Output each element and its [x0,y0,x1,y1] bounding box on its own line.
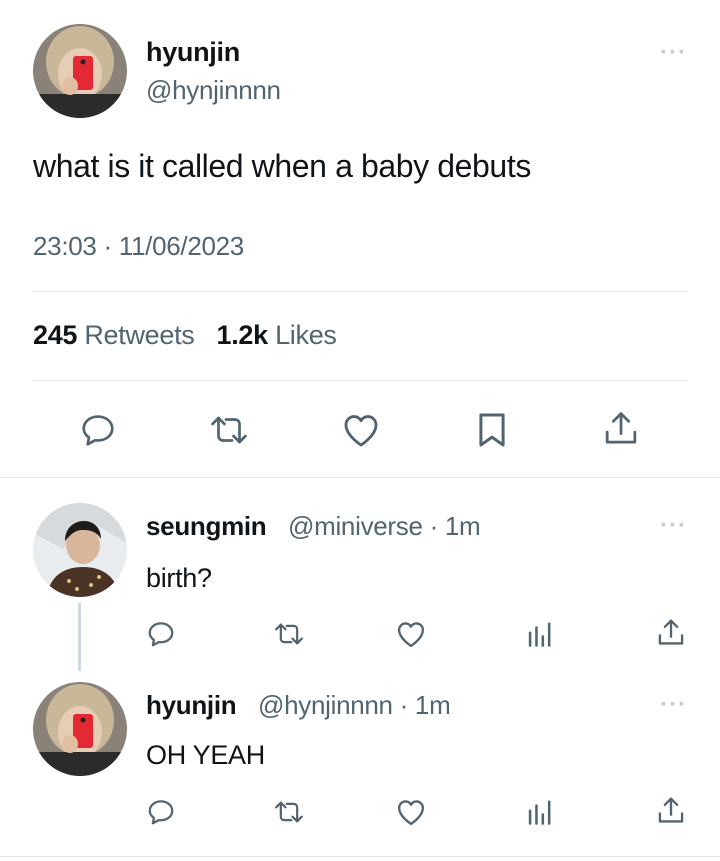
more-options-icon[interactable]: ··· [660,514,687,538]
reply-text: OH YEAH [146,740,265,770]
reply-author-name[interactable]: seungmin [146,511,267,542]
likes-label: Likes [275,320,337,350]
like-icon[interactable] [342,412,380,448]
reply-icon[interactable] [146,797,176,827]
retweets-label: Retweets [84,320,195,350]
analytics-icon[interactable] [526,798,552,826]
main-author-name[interactable]: hyunjin [146,37,240,68]
reply-author-avatar[interactable] [33,503,127,597]
bookmark-icon[interactable] [476,411,508,449]
share-icon[interactable] [602,409,640,449]
tweet-stats: 245 Retweets 1.2k Likes [33,320,337,351]
divider [33,380,688,381]
retweets-stat[interactable]: 245 Retweets [33,320,195,350]
divider [0,856,720,857]
retweet-icon[interactable] [272,798,306,826]
more-options-icon[interactable]: ··· [660,693,687,717]
reply-author-handle[interactable]: @miniverse · 1m [288,511,481,542]
share-icon[interactable] [656,617,686,649]
like-icon[interactable] [396,798,426,826]
analytics-icon[interactable] [526,620,552,648]
main-author-handle[interactable]: @hynjinnnn [146,75,281,106]
reply-text: birth? [146,563,212,593]
tweet-text: what is it called when a baby debuts [33,148,531,184]
retweets-count: 245 [33,320,78,350]
like-icon[interactable] [396,620,426,648]
more-options-icon[interactable]: ··· [660,41,687,65]
reply-author-avatar[interactable] [33,682,127,776]
retweet-icon[interactable] [272,620,306,648]
divider [33,291,688,292]
likes-stat[interactable]: 1.2k Likes [217,320,337,350]
reply-icon[interactable] [146,619,176,649]
divider [0,477,720,478]
retweet-icon[interactable] [208,412,250,448]
tweet-timestamp[interactable]: 23:03 · 11/06/2023 [33,231,244,262]
reply-author-handle[interactable]: @hynjinnnn · 1m [258,690,451,721]
likes-count: 1.2k [216,320,269,350]
main-author-avatar[interactable] [33,24,127,118]
thread-connector-line [78,603,81,671]
reply-icon[interactable] [79,411,117,449]
reply-author-name[interactable]: hyunjin [146,690,237,721]
share-icon[interactable] [656,795,686,827]
